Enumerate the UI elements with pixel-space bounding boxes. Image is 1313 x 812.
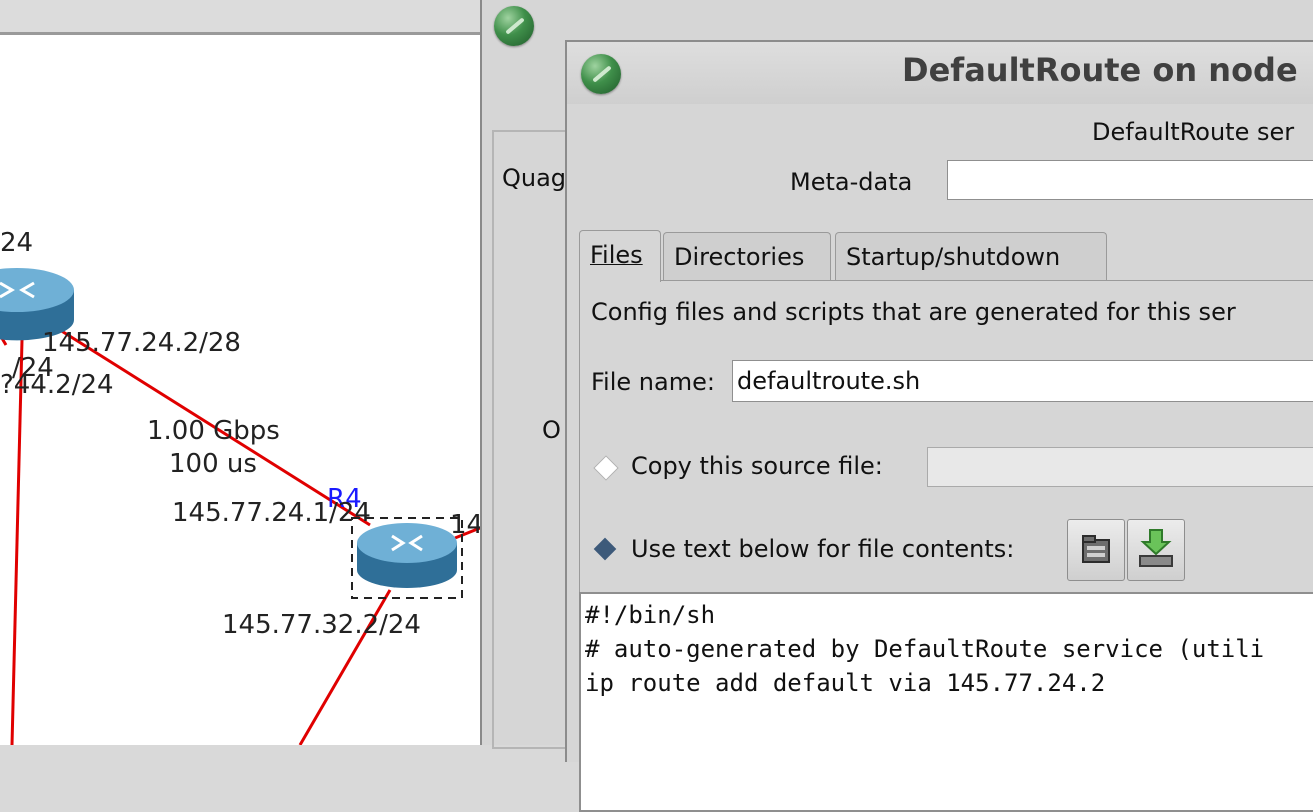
link-label: 24: [0, 228, 34, 258]
link-r-left-down[interactable]: [10, 339, 24, 745]
service-name-label: DefaultRoute ser: [1092, 118, 1295, 146]
tab-label: Startup/shutdown: [846, 243, 1061, 271]
open-file-icon: [1082, 535, 1110, 563]
group-label: Quag: [500, 164, 569, 192]
link-label: 145.77.32.2/24: [222, 610, 421, 640]
service-config-dialog: DefaultRoute on node DefaultRoute ser Me…: [565, 40, 1313, 812]
meta-data-input[interactable]: [947, 160, 1313, 200]
link-label: 145: [450, 510, 480, 540]
meta-data-label: Meta-data: [790, 168, 913, 196]
group-label: O: [542, 416, 561, 444]
link-delay-label: 100 us: [169, 449, 257, 479]
file-name-input[interactable]: [732, 360, 1313, 402]
tab-files[interactable]: Files: [579, 230, 661, 282]
save-file-button[interactable]: [1127, 519, 1185, 581]
core-app-icon: [581, 54, 621, 94]
save-download-icon: [1139, 529, 1173, 567]
link-bandwidth-label: 1.00 Gbps: [147, 416, 280, 446]
link-label: 145.77.24.1/24: [172, 498, 371, 528]
title-bar[interactable]: DefaultRoute on node: [567, 42, 1313, 104]
link-label: ?44.2/24: [0, 370, 114, 400]
core-app-icon: [494, 6, 534, 46]
link-label: 145.77.24.2/28: [42, 328, 241, 358]
tab-label: Files: [590, 241, 643, 269]
tab-startup-shutdown[interactable]: Startup/shutdown: [835, 232, 1107, 280]
copy-source-label: Copy this source file:: [631, 452, 883, 480]
source-file-input[interactable]: [927, 447, 1313, 487]
files-description: Config files and scripts that are genera…: [591, 298, 1236, 326]
file-contents-textarea[interactable]: #!/bin/sh # auto-generated by DefaultRou…: [579, 592, 1313, 812]
file-name-label: File name:: [591, 368, 715, 396]
tab-directories[interactable]: Directories: [663, 232, 831, 280]
router-icon[interactable]: [357, 523, 457, 588]
tab-label: Directories: [674, 243, 805, 271]
dialog-title: DefaultRoute on node: [902, 51, 1298, 89]
open-file-button[interactable]: [1067, 519, 1125, 581]
use-text-label: Use text below for file contents:: [631, 535, 1015, 563]
topology-canvas[interactable]: 24 145.77.24.2/28 /24 ?44.2/24 1.00 Gbps…: [0, 0, 480, 745]
